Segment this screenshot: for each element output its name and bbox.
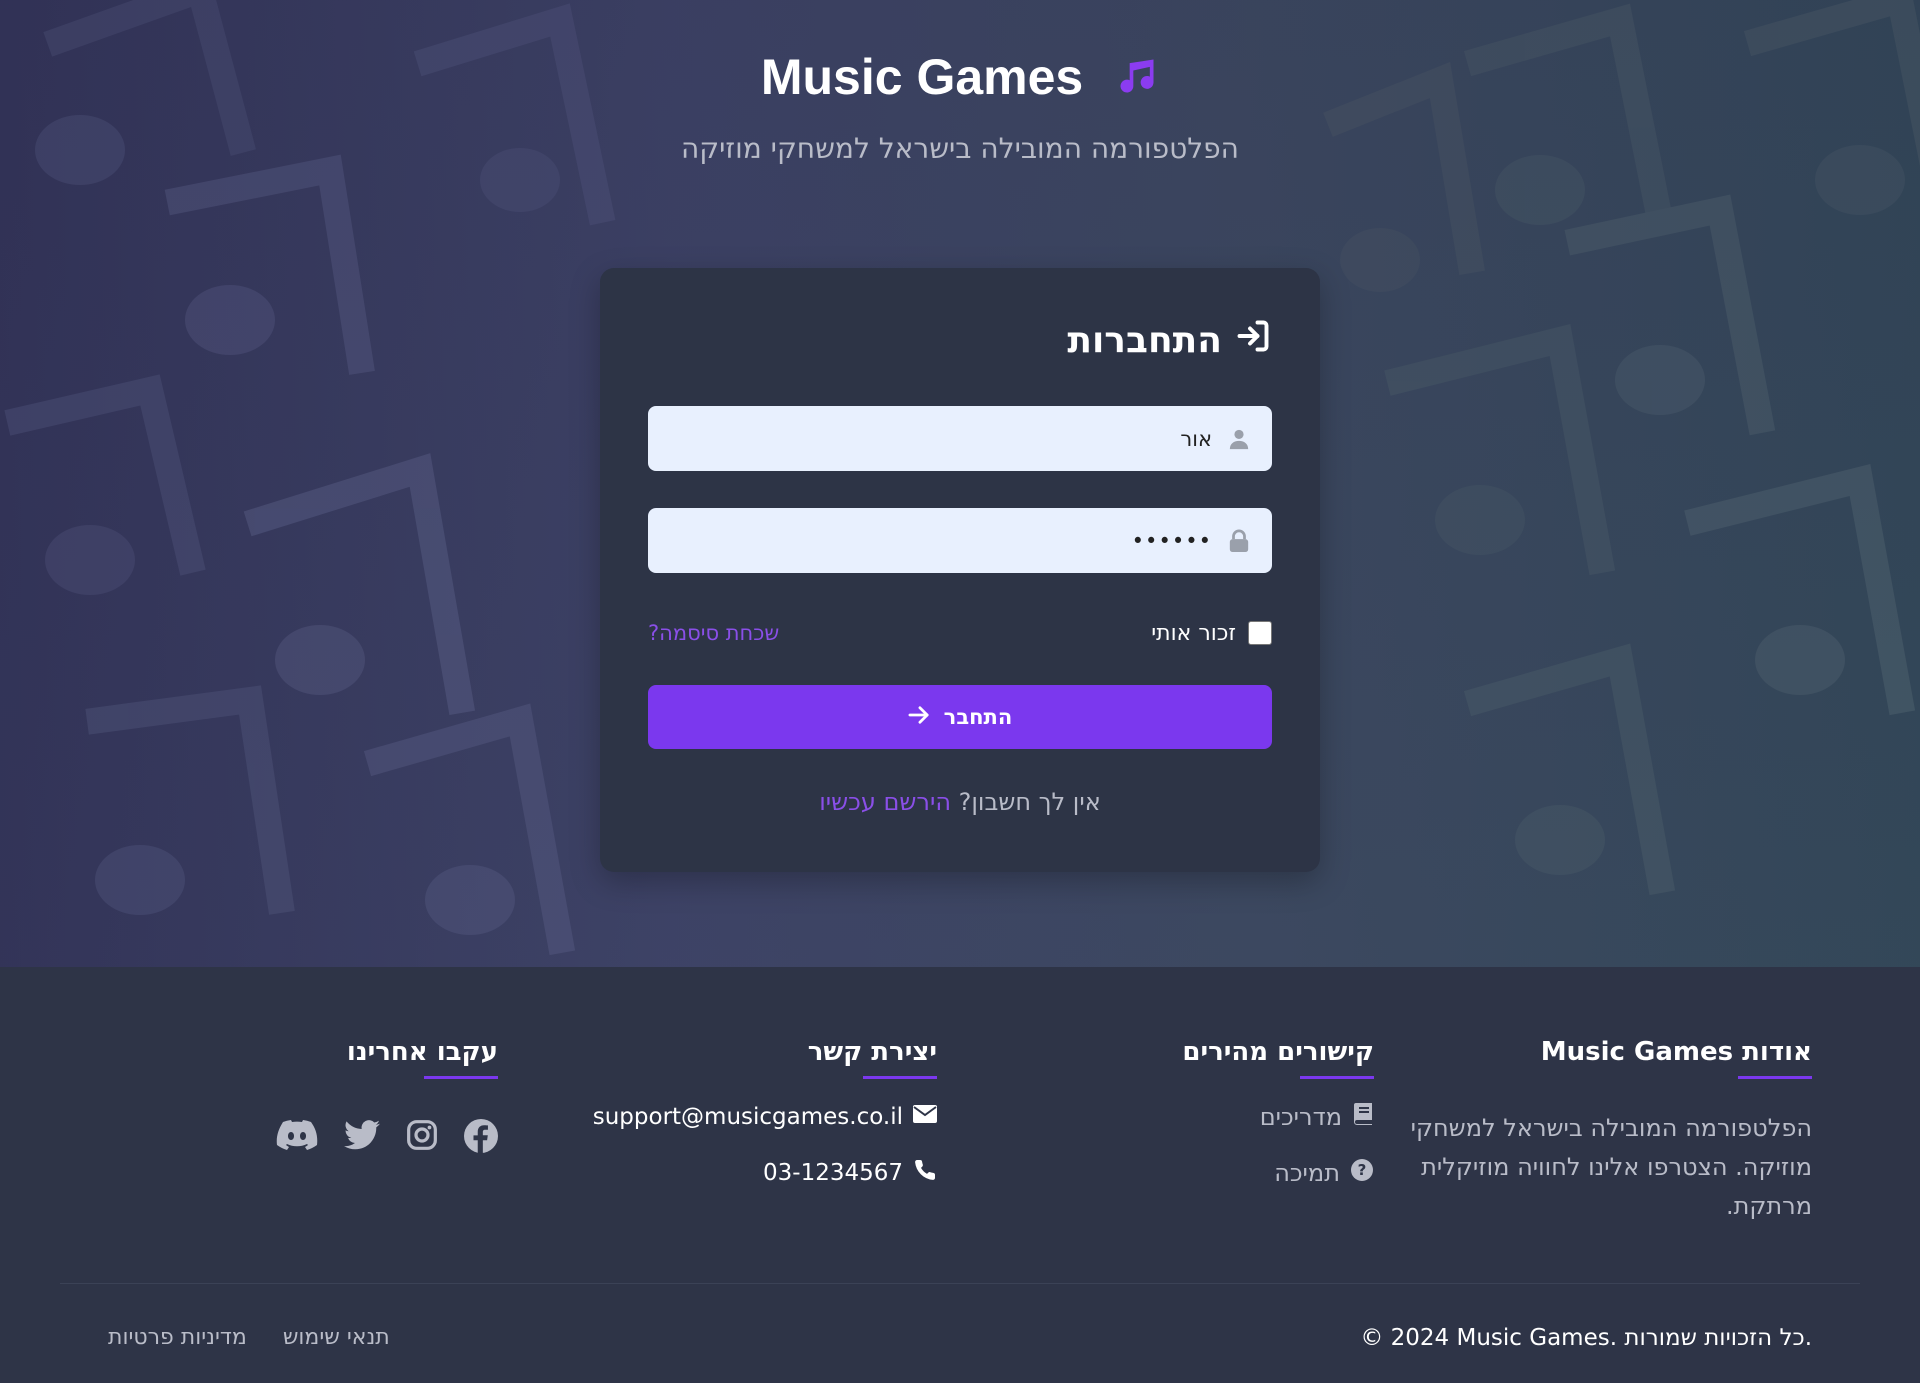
footer: אודות Music Games הפלטפורמה המובילה בישר…: [0, 967, 1920, 1383]
login-title-text: התחברות: [1067, 320, 1222, 361]
password-value: ••••••: [1131, 528, 1212, 553]
login-button[interactable]: התחבר: [648, 685, 1272, 749]
sign-in-icon: [1234, 318, 1272, 363]
social-links: [276, 1119, 498, 1157]
about-title: אודות Music Games: [1392, 1037, 1812, 1079]
arrow-right-icon: [908, 705, 930, 730]
twitter-icon[interactable]: [344, 1119, 380, 1157]
login-options: זכור אותי שכחת סיסמה?: [648, 616, 1272, 650]
book-icon: [1352, 1102, 1374, 1132]
envelope-icon: [913, 1104, 937, 1130]
phone-icon: [913, 1158, 937, 1188]
footer-quick-links: קישורים מהירים מדריכים ? תמיכה: [1182, 1037, 1374, 1191]
remember-label: זכור אותי: [1151, 620, 1236, 646]
password-field[interactable]: ••••••: [648, 508, 1272, 573]
login-button-label: התחבר: [943, 705, 1013, 729]
quick-links-title: קישורים מהירים: [1182, 1037, 1374, 1079]
remember-checkbox[interactable]: [1248, 621, 1272, 645]
support-label: תמיכה: [1274, 1159, 1340, 1187]
support-link[interactable]: ? תמיכה: [1182, 1155, 1374, 1191]
contact-phone[interactable]: 03-1234567: [593, 1155, 937, 1191]
user-icon: [1228, 427, 1250, 451]
contact-title: יצירת קשר: [593, 1037, 938, 1079]
privacy-link[interactable]: מדיניות פרטיות: [108, 1325, 247, 1350]
brand-title: Music Games: [0, 48, 1920, 110]
terms-link[interactable]: תנאי שימוש: [283, 1325, 390, 1350]
login-title: התחברות: [1067, 318, 1272, 363]
username-value: אור: [1180, 426, 1212, 451]
no-account-text: אין לך חשבון?: [958, 788, 1101, 816]
music-note-icon: [1115, 52, 1159, 110]
discord-icon[interactable]: [276, 1119, 318, 1157]
register-prompt: אין לך חשבון? הירשם עכשיו: [600, 788, 1320, 816]
guides-label: מדריכים: [1259, 1103, 1342, 1131]
question-icon: ?: [1350, 1158, 1374, 1188]
forgot-password-link[interactable]: שכחת סיסמה?: [648, 621, 779, 645]
footer-about: אודות Music Games הפלטפורמה המובילה בישר…: [1392, 1037, 1812, 1226]
copyright: © 2024 Music Games. כל הזכויות שמורות.: [1360, 1325, 1812, 1351]
contact-email-text: support@musicgames.co.il: [592, 1104, 903, 1130]
login-card: התחברות אור •••••• זכור אותי שכחת סיסמה?…: [600, 268, 1320, 872]
footer-divider: [60, 1283, 1860, 1284]
contact-email[interactable]: support@musicgames.co.il: [593, 1099, 937, 1135]
username-field[interactable]: אור: [648, 406, 1272, 471]
remember-me[interactable]: זכור אותי: [1151, 621, 1272, 646]
legal-links: תנאי שימוש מדיניות פרטיות: [108, 1325, 390, 1350]
contact-phone-text: 03-1234567: [763, 1160, 903, 1186]
footer-follow: עקבו אחרינו: [276, 1037, 498, 1157]
facebook-icon[interactable]: [464, 1119, 498, 1157]
register-link[interactable]: הירשם עכשיו: [819, 788, 951, 816]
about-text: הפלטפורמה המובילה בישראל למשחקי מוזיקה. …: [1410, 1114, 1812, 1220]
brand-name: Music Games: [760, 49, 1084, 105]
svg-text:?: ?: [1358, 1161, 1367, 1179]
instagram-icon[interactable]: [406, 1119, 438, 1157]
lock-icon: [1228, 528, 1250, 554]
footer-contact: יצירת קשר support@musicgames.co.il 03-12…: [593, 1037, 938, 1191]
follow-title: עקבו אחרינו: [276, 1037, 498, 1079]
guides-link[interactable]: מדריכים: [1182, 1099, 1374, 1135]
hero-section: Music Games הפלטפורמה המובילה בישראל למש…: [0, 0, 1920, 967]
brand-subtitle: הפלטפורמה המובילה בישראל למשחקי מוזיקה: [681, 132, 1239, 165]
